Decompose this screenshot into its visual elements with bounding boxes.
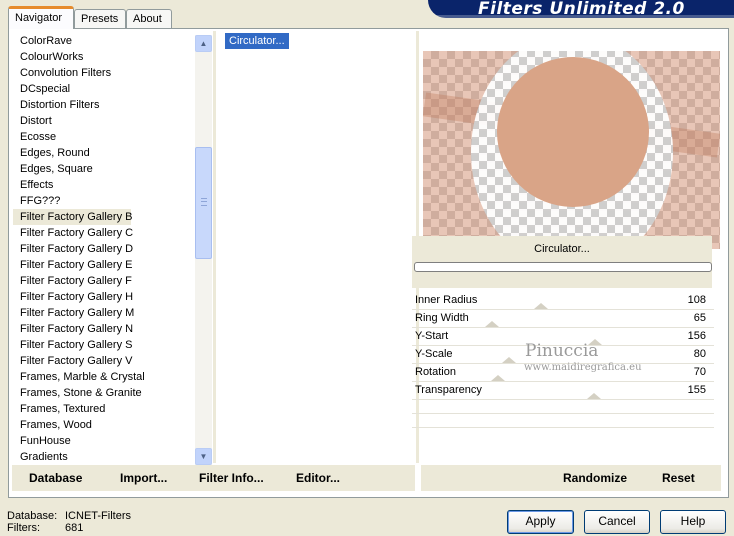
param-label: Rotation bbox=[415, 366, 456, 378]
category-item[interactable]: Effects bbox=[13, 177, 199, 193]
apply-button[interactable]: Apply bbox=[507, 510, 574, 534]
category-item[interactable]: DCspecial bbox=[13, 81, 199, 97]
param-label: Y-Start bbox=[415, 330, 449, 342]
watermark-url: www.maidiregrafica.eu bbox=[524, 362, 642, 373]
splitter-left[interactable] bbox=[213, 31, 216, 463]
filter-preview bbox=[423, 51, 720, 249]
param-value: 80 bbox=[693, 348, 706, 360]
category-item[interactable]: Filter Factory Gallery M bbox=[13, 305, 199, 321]
category-item[interactable]: FunHouse bbox=[13, 433, 199, 449]
category-item[interactable]: Frames, Textured bbox=[13, 401, 199, 417]
category-item[interactable]: ColorRave bbox=[13, 33, 199, 49]
banner: Filters Unlimited 2.0 bbox=[428, 0, 734, 18]
database-button[interactable]: Database bbox=[29, 471, 82, 485]
category-item[interactable]: Convolution Filters bbox=[13, 65, 199, 81]
param-row[interactable]: Transparency 155 bbox=[412, 382, 714, 400]
param-row-empty bbox=[412, 400, 714, 414]
category-item[interactable]: Filter Factory Gallery H bbox=[13, 289, 199, 305]
category-item[interactable]: Edges, Round bbox=[13, 145, 199, 161]
tab-about[interactable]: About bbox=[126, 9, 172, 28]
filter-info-button[interactable]: Filter Info... bbox=[199, 471, 264, 485]
preview-disc bbox=[497, 57, 649, 207]
category-item[interactable]: Edges, Square bbox=[13, 161, 199, 177]
param-value: 70 bbox=[693, 366, 706, 378]
category-item[interactable]: Distortion Filters bbox=[13, 97, 199, 113]
tab-presets[interactable]: Presets bbox=[74, 9, 126, 28]
help-button[interactable]: Help bbox=[660, 510, 726, 534]
param-label: Ring Width bbox=[415, 312, 469, 324]
cancel-button[interactable]: Cancel bbox=[584, 510, 650, 534]
reset-button[interactable]: Reset bbox=[662, 471, 695, 485]
scrollbar-thumb[interactable] bbox=[195, 147, 212, 259]
randomize-button[interactable]: Randomize bbox=[563, 471, 627, 485]
filters-label: Filters: bbox=[7, 522, 40, 534]
category-item[interactable]: Filter Factory Gallery B bbox=[13, 209, 132, 225]
category-item[interactable]: Ecosse bbox=[13, 129, 199, 145]
banner-title: Filters Unlimited 2.0 bbox=[478, 0, 685, 18]
filters-count: 681 bbox=[65, 522, 84, 534]
param-value: 65 bbox=[693, 312, 706, 324]
database-value: ICNET-Filters bbox=[65, 510, 131, 522]
param-value: 156 bbox=[687, 330, 706, 342]
param-label: Inner Radius bbox=[415, 294, 478, 306]
category-item[interactable]: Distort bbox=[13, 113, 199, 129]
category-item[interactable]: FFG??? bbox=[13, 193, 199, 209]
param-slider-handle[interactable] bbox=[534, 303, 548, 309]
filter-list[interactable]: Circulator... bbox=[225, 33, 410, 463]
param-row[interactable]: Inner Radius 108 bbox=[412, 292, 714, 310]
category-item[interactable]: Filter Factory Gallery S bbox=[13, 337, 199, 353]
import-button[interactable]: Import... bbox=[120, 471, 167, 485]
category-item[interactable]: ColourWorks bbox=[13, 49, 199, 65]
param-row-empty bbox=[412, 414, 714, 428]
category-scrollbar[interactable]: ▲ ▼ bbox=[195, 35, 212, 465]
param-label: Transparency bbox=[415, 384, 482, 396]
category-item[interactable]: Filter Factory Gallery V bbox=[13, 353, 199, 369]
tab-navigator[interactable]: Navigator bbox=[8, 6, 74, 29]
category-item[interactable]: Filter Factory Gallery E bbox=[13, 257, 199, 273]
category-item[interactable]: Frames, Stone & Granite bbox=[13, 385, 199, 401]
param-slider-track[interactable] bbox=[412, 399, 714, 400]
param-slider-handle[interactable] bbox=[491, 375, 505, 381]
database-label: Database: bbox=[7, 510, 58, 522]
param-label: Y-Scale bbox=[415, 348, 453, 360]
param-value: 155 bbox=[687, 384, 706, 396]
category-item[interactable]: Filter Factory Gallery D bbox=[13, 241, 199, 257]
grip-icon bbox=[201, 198, 207, 206]
watermark-name: Pinuccia bbox=[525, 341, 599, 361]
category-item[interactable]: Filter Factory Gallery C bbox=[13, 225, 199, 241]
category-list[interactable]: ColorRave ColourWorks Convolution Filters D… bbox=[13, 33, 199, 465]
status-area: Database: ICNET-Filters Filters: 681 bbox=[7, 510, 131, 534]
progress-bar bbox=[414, 262, 712, 272]
category-item[interactable]: Frames, Wood bbox=[13, 417, 199, 433]
param-value: 108 bbox=[687, 294, 706, 306]
filter-item-circulator[interactable]: Circulator... bbox=[225, 33, 289, 49]
editor-button[interactable]: Editor... bbox=[296, 471, 340, 485]
category-item[interactable]: Filter Factory Gallery N bbox=[13, 321, 199, 337]
chevron-up-icon[interactable]: ▲ bbox=[195, 35, 212, 52]
category-item[interactable]: Filter Factory Gallery F bbox=[13, 273, 199, 289]
param-slider-handle[interactable] bbox=[502, 357, 516, 363]
chevron-down-icon[interactable]: ▼ bbox=[195, 448, 212, 465]
filter-name-label: Circulator... bbox=[534, 243, 590, 255]
param-row[interactable]: Ring Width 65 bbox=[412, 310, 714, 328]
category-item[interactable]: Gradients bbox=[13, 449, 199, 465]
param-slider-handle[interactable] bbox=[485, 321, 499, 327]
param-slider-handle[interactable] bbox=[587, 393, 601, 399]
category-item[interactable]: Frames, Marble & Crystal bbox=[13, 369, 199, 385]
